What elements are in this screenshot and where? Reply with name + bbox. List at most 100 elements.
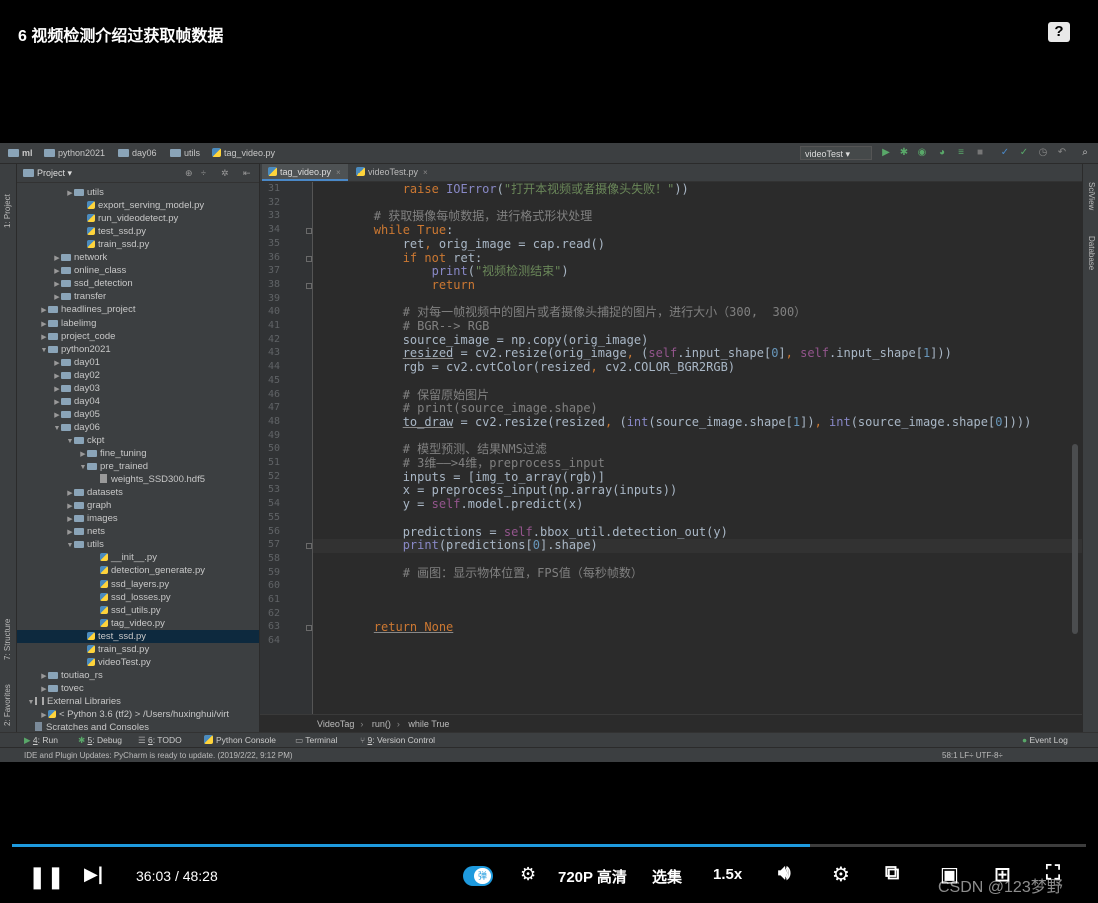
expand-arrow-icon[interactable]: ▶ — [40, 304, 48, 317]
status-message[interactable]: IDE and Plugin Updates: PyCharm is ready… — [24, 748, 293, 762]
tree-item[interactable]: ▶ day03 — [17, 382, 259, 395]
fold-marker-icon[interactable] — [306, 282, 312, 289]
next-icon[interactable]: ▶| — [84, 864, 103, 885]
code-line[interactable]: while True: — [316, 223, 454, 238]
tree-item[interactable]: ssd_utils.py — [17, 604, 259, 617]
expand-arrow-icon[interactable]: ▶ — [53, 291, 61, 304]
fold-marker-icon[interactable] — [306, 228, 312, 235]
tree-item[interactable]: ▶ toutiao_rs — [17, 669, 259, 682]
code-line[interactable]: print("视频检测结束") — [316, 264, 569, 279]
tree-item[interactable]: ▼ pre_trained — [17, 460, 259, 473]
expand-arrow-icon[interactable]: ▶ — [66, 500, 74, 513]
settings-icon[interactable]: ⚙ — [832, 862, 850, 887]
settings-icon[interactable]: ✲ — [221, 164, 229, 182]
tree-item[interactable]: ▼ day06 — [17, 421, 259, 434]
expand-arrow-icon[interactable]: ▼ — [66, 539, 74, 552]
tree-item[interactable]: detection_generate.py — [17, 564, 259, 577]
expand-arrow-icon[interactable]: ▼ — [27, 696, 35, 709]
code-line[interactable]: # 保留原始图片 — [316, 388, 489, 403]
breadcrumb-python2021[interactable]: python2021 — [44, 148, 105, 158]
expand-arrow-icon[interactable]: ▶ — [53, 370, 61, 383]
code-line[interactable]: ret, orig_image = cap.read() — [316, 237, 605, 252]
vcs-update-icon[interactable]: ✓ — [1000, 148, 1010, 158]
tree-item[interactable]: Scratches and Consoles — [17, 721, 259, 732]
expand-arrow-icon[interactable]: ▶ — [53, 278, 61, 291]
database-tool-tab[interactable]: Database — [1087, 236, 1096, 270]
tree-item[interactable]: ▶ datasets — [17, 486, 259, 499]
search-icon[interactable]: ⌕ — [1080, 148, 1090, 158]
quality-button[interactable]: 720P 高清 — [558, 866, 627, 887]
expand-arrow-icon[interactable]: ▶ — [66, 187, 74, 200]
crumb-loop[interactable]: while True — [408, 719, 449, 729]
run-icon[interactable]: ▶ — [881, 148, 891, 158]
tree-item[interactable]: ▶ fine_tuning — [17, 447, 259, 460]
tree-item[interactable]: train_ssd.py — [17, 643, 259, 656]
tree-item[interactable]: ▶ transfer — [17, 290, 259, 303]
code-line[interactable]: # 获取摄像每帧数据，进行格式形状处理 — [316, 210, 592, 224]
tree-item[interactable]: ▼ External Libraries — [17, 695, 259, 708]
tree-item[interactable]: __init__.py — [17, 551, 259, 564]
tree-item[interactable]: ▼ python2021 — [17, 343, 259, 356]
event-log-button[interactable]: ● Event Log — [1022, 733, 1068, 748]
expand-arrow-icon[interactable]: ▶ — [53, 396, 61, 409]
expand-arrow-icon[interactable]: ▼ — [53, 422, 61, 435]
danmu-knob[interactable]: 弹 — [474, 868, 491, 884]
breadcrumb-utils[interactable]: utils — [170, 148, 200, 158]
code-line[interactable]: print(predictions[0].shape) — [316, 538, 598, 553]
tree-item[interactable]: videoTest.py — [17, 656, 259, 669]
python-console-tool-button[interactable]: Python Console — [204, 733, 276, 748]
tree-item[interactable]: test_ssd.py — [17, 225, 259, 238]
tree-item[interactable]: ssd_layers.py — [17, 578, 259, 591]
version-control-tool-button[interactable]: ⑂ 9: Version Control — [360, 733, 435, 748]
code-line[interactable]: return None — [316, 621, 453, 635]
code-line[interactable]: source_image = np.copy(orig_image) — [316, 333, 649, 348]
expand-arrow-icon[interactable]: ▶ — [40, 331, 48, 344]
expand-arrow-icon[interactable]: ▶ — [40, 683, 48, 696]
revert-icon[interactable]: ↶ — [1057, 148, 1067, 158]
expand-arrow-icon[interactable]: ▶ — [53, 252, 61, 265]
tree-item[interactable]: ▶ day02 — [17, 369, 259, 382]
volume-icon[interactable]: 🔊︎ — [778, 862, 791, 885]
code-line[interactable]: predictions = self.bbox_util.detection_o… — [316, 525, 728, 540]
todo-tool-button[interactable]: ☰ 6: TODO — [138, 733, 182, 748]
code-line[interactable]: x = preprocess_input(np.array(inputs)) — [316, 484, 678, 498]
tree-item[interactable]: ▼ utils — [17, 538, 259, 551]
expand-arrow-icon[interactable]: ▶ — [53, 357, 61, 370]
fold-marker-icon[interactable] — [306, 255, 312, 262]
vcs-commit-icon[interactable]: ✓ — [1019, 148, 1029, 158]
run-configuration-select[interactable]: videoTest ▾ — [800, 146, 872, 160]
tree-item[interactable]: export_serving_model.py — [17, 199, 259, 212]
tree-item[interactable]: tag_video.py — [17, 617, 259, 630]
tree-item[interactable]: test_ssd.py — [17, 629, 259, 643]
episodes-button[interactable]: 选集 — [652, 866, 682, 887]
crumb-method[interactable]: run() — [372, 719, 391, 729]
expand-arrow-icon[interactable]: ▶ — [40, 318, 48, 331]
tree-item[interactable]: ▶ online_class — [17, 264, 259, 277]
code-line[interactable]: raise IOError("打开本视频或者摄像头失败！")) — [316, 182, 689, 197]
tree-item[interactable]: train_ssd.py — [17, 238, 259, 251]
tree-item[interactable]: ▼ ckpt — [17, 434, 259, 447]
debug-icon[interactable]: ✱ — [899, 148, 909, 158]
tab-video-test[interactable]: videoTest.py × — [350, 164, 436, 181]
stop-icon[interactable]: ■ — [975, 148, 985, 158]
expand-arrow-icon[interactable]: ▼ — [40, 344, 48, 357]
expand-arrow-icon[interactable]: ▶ — [79, 448, 87, 461]
coverage-icon[interactable]: ◉ — [917, 148, 927, 158]
help-icon[interactable]: ? — [1048, 22, 1070, 42]
code-line[interactable]: to_draw = cv2.resize(resized, (int(sourc… — [316, 415, 1032, 430]
project-tool-tab[interactable]: 1: Project — [3, 194, 12, 228]
code-line[interactable]: return — [316, 278, 475, 293]
code-line[interactable]: # 画图：显示物体位置，FPS值（每秒帧数） — [316, 566, 643, 581]
breadcrumb-day06[interactable]: day06 — [118, 148, 157, 158]
terminal-tool-button[interactable]: ▭ Terminal — [295, 733, 337, 748]
run-tool-button[interactable]: ▶ 4: Run — [24, 733, 58, 748]
expand-arrow-icon[interactable]: ▶ — [66, 526, 74, 539]
breadcrumb-ml[interactable]: ml — [8, 148, 33, 158]
progress-fill[interactable] — [12, 844, 810, 847]
expand-arrow-icon[interactable]: ▶ — [40, 670, 48, 683]
tree-item[interactable]: run_videodetect.py — [17, 212, 259, 225]
speed-button[interactable]: 1.5x — [713, 866, 742, 883]
project-panel-header[interactable]: Project ▾ ⊕ ÷ ✲ ⇤ — [17, 164, 259, 183]
expand-arrow-icon[interactable]: ▶ — [40, 709, 48, 722]
tree-item[interactable]: ▶ < Python 3.6 (tf2) > /Users/huxinghui/v… — [17, 708, 259, 721]
